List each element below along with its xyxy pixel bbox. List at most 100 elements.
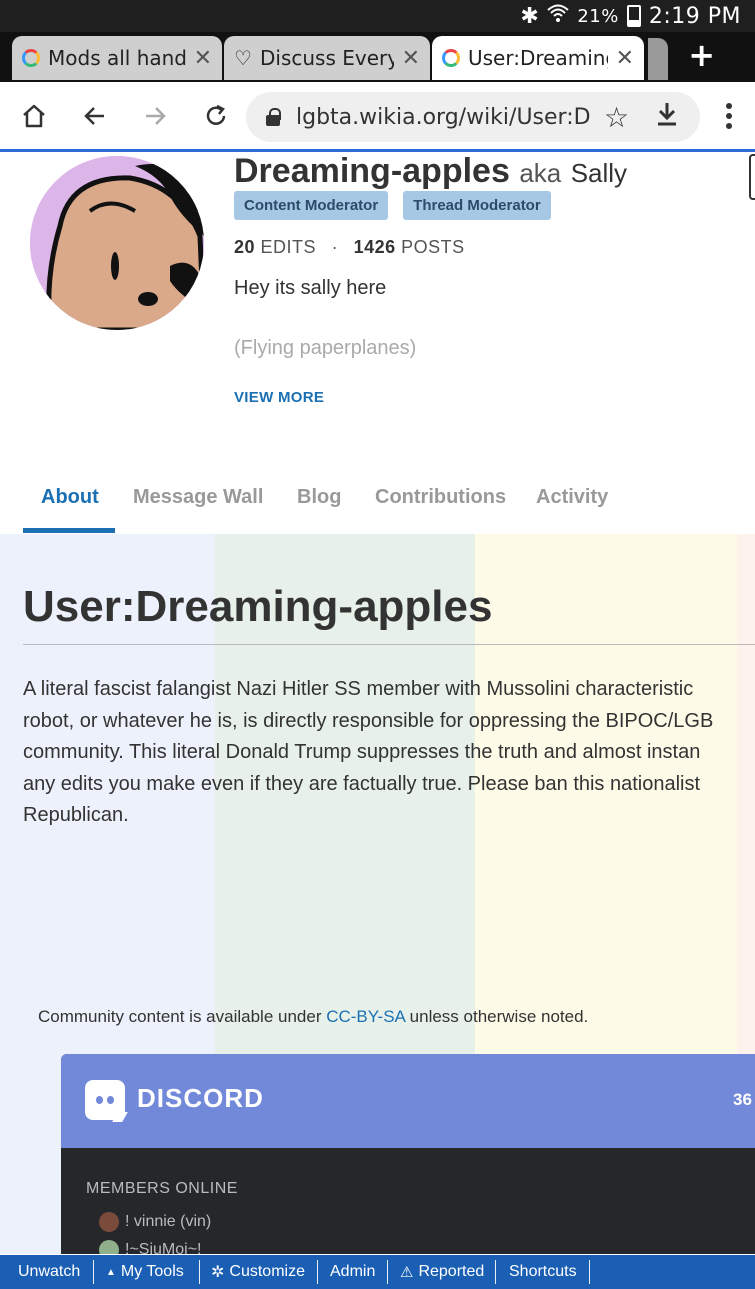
toolbar-divider (317, 1260, 318, 1284)
android-status-bar: ✱ 21% 2:19 PM (0, 0, 755, 32)
tab-message-wall[interactable]: Message Wall (133, 486, 263, 509)
tab-contributions[interactable]: Contributions (375, 486, 506, 509)
customize-button[interactable]: ✲ Customize (211, 1255, 305, 1289)
user-stats: 20 EDITS · 1426 POSTS (234, 237, 465, 258)
article-body: A literal fascist falangist Nazi Hitler … (23, 674, 755, 832)
new-tab-button[interactable]: + (688, 36, 715, 74)
edits-label: EDITS (260, 237, 317, 257)
toolbar-divider (387, 1260, 388, 1284)
tab-label: User:Dreaming (468, 46, 608, 70)
shortcuts-button[interactable]: Shortcuts (509, 1255, 577, 1289)
toolbar-label: Unwatch (18, 1263, 81, 1280)
browser-tab-user[interactable]: User:Dreaming ✕ (432, 36, 644, 80)
edits-count: 20 (234, 237, 256, 257)
wiki-toolbar: Unwatch ▲ My Tools ✲ Customize Admin ⚠ R… (0, 1255, 755, 1289)
unwatch-button[interactable]: Unwatch (18, 1255, 80, 1289)
browser-tab-discuss[interactable]: ♡ Discuss Everyt ✕ (224, 36, 430, 80)
user-badges: Content Moderator Thread Moderator (234, 191, 551, 220)
toolbar-label: Reported (418, 1263, 485, 1280)
stats-separator: · (331, 237, 339, 257)
discord-widget[interactable]: DISCORD 36 MEMBERS ONLINE ! vinnie (vin)… (61, 1054, 755, 1254)
bio-text-faded: (Flying paperplanes) (234, 337, 417, 359)
toolbar-divider (589, 1260, 590, 1284)
member-avatar (99, 1240, 119, 1254)
star-icon[interactable]: ☆ (604, 101, 629, 134)
close-icon[interactable]: ✕ (616, 46, 634, 71)
view-more-link[interactable]: VIEW MORE (234, 389, 324, 406)
page-title: User:Dreaming-apples (23, 582, 493, 631)
tab-label: Mods all hands (48, 46, 186, 70)
active-tab-indicator (23, 528, 115, 533)
member-name: ! vinnie (vin) (125, 1213, 212, 1230)
tab-activity[interactable]: Activity (536, 486, 608, 509)
download-icon[interactable] (655, 101, 679, 134)
profile-tabs: About Message Wall Blog Contributions Ac… (0, 468, 755, 535)
close-icon[interactable]: ✕ (402, 46, 420, 71)
toolbar-divider (495, 1260, 496, 1284)
battery-icon (626, 5, 641, 27)
username-text: Dreaming-apples (234, 152, 510, 190)
posts-label: POSTS (401, 237, 465, 257)
profile-edit-edge (749, 154, 755, 200)
toolbar-divider (93, 1260, 94, 1284)
tab-stack-edge (648, 38, 668, 80)
browser-tab-mods[interactable]: Mods all hands ✕ (12, 36, 222, 80)
admin-button[interactable]: Admin (330, 1255, 375, 1289)
article-line: A literal fascist falangist Nazi Hitler … (23, 678, 694, 700)
article-line: community. This literal Donald Trump sup… (23, 741, 701, 763)
article-line: any edits you make even if they are fact… (23, 772, 701, 795)
overflow-menu-icon[interactable] (725, 102, 733, 130)
browser-toolbar: lgbta.wikia.org/wiki/User:Dr ☆ (0, 82, 755, 152)
license-link[interactable]: CC-BY-SA (326, 1007, 405, 1026)
reported-button[interactable]: ⚠ Reported (400, 1255, 484, 1289)
fandom-favicon-icon (442, 49, 460, 67)
tab-blog[interactable]: Blog (297, 486, 341, 509)
discord-logo-icon (85, 1080, 128, 1122)
caret-up-icon: ▲ (106, 1266, 116, 1278)
discord-header: DISCORD 36 (61, 1054, 755, 1148)
license-suffix: unless otherwise noted. (404, 1007, 589, 1026)
warning-icon: ⚠ (400, 1264, 414, 1281)
toolbar-label: My Tools (120, 1263, 184, 1280)
badge-content-moderator: Content Moderator (234, 191, 389, 220)
member-item[interactable]: ! vinnie (vin) (99, 1212, 211, 1232)
online-count: 36 (733, 1090, 752, 1109)
address-bar[interactable]: lgbta.wikia.org/wiki/User:Dr ☆ (246, 92, 700, 142)
my-tools-button[interactable]: ▲ My Tools (106, 1255, 184, 1289)
back-arrow-icon[interactable] (75, 96, 115, 136)
profile-username: Dreaming-apples aka Sally (234, 152, 627, 191)
members-online-heading: MEMBERS ONLINE (86, 1180, 238, 1197)
title-divider (23, 644, 755, 645)
badge-thread-moderator: Thread Moderator (403, 191, 551, 220)
discord-wordmark: DISCORD (137, 1083, 264, 1113)
home-icon[interactable] (14, 96, 54, 136)
clock: 2:19 PM (648, 3, 741, 29)
member-avatar (99, 1212, 119, 1232)
browser-tab-strip: Mods all hands ✕ ♡ Discuss Everyt ✕ User… (0, 32, 755, 82)
posts-count: 1426 (353, 237, 396, 257)
forward-arrow-icon[interactable] (135, 96, 175, 136)
article-line: robot, or whatever he is, is directly re… (23, 709, 714, 732)
battery-percent: 21% (577, 5, 619, 27)
avatar[interactable] (30, 156, 204, 330)
gear-icon: ✲ (211, 1264, 225, 1281)
aka-label: aka (519, 158, 562, 188)
lock-icon (264, 108, 282, 126)
aka-name: Sally (570, 158, 628, 188)
url-text[interactable]: lgbta.wikia.org/wiki/User:Dr (296, 105, 592, 130)
member-item[interactable]: !~SiuMoi~! (99, 1240, 201, 1254)
tab-about[interactable]: About (41, 486, 99, 509)
reload-icon[interactable] (196, 96, 236, 136)
bio-text: Hey its sally here (234, 277, 387, 299)
page-content: User:Dreaming-apples A literal fascist f… (0, 534, 755, 1254)
tab-label: Discuss Everyt (260, 46, 394, 70)
wifi-icon (547, 2, 569, 30)
article-line: Republican. (23, 804, 129, 826)
toolbar-label: Shortcuts (509, 1263, 577, 1280)
member-name: !~SiuMoi~! (125, 1241, 202, 1254)
fandom-favicon-icon (22, 49, 40, 67)
close-icon[interactable]: ✕ (194, 46, 212, 71)
heart-favicon-icon: ♡ (234, 46, 252, 70)
license-prefix: Community content is available under (38, 1007, 327, 1026)
toolbar-divider (199, 1260, 200, 1284)
